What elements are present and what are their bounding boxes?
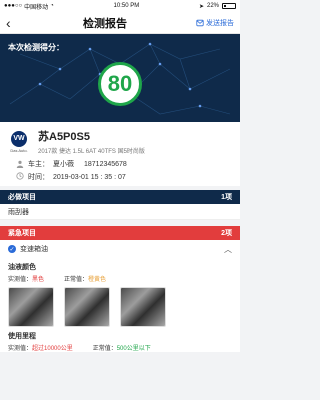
- score-circle: 80: [98, 62, 142, 106]
- oil-photos: [8, 287, 232, 327]
- mileage-actual-label: 实测值：: [8, 346, 33, 352]
- owner-name: 夏小薇: [53, 161, 74, 168]
- oil-color-values: 实测值：黑色 正常值：橙黄色: [8, 274, 232, 283]
- time-label: 时间：: [28, 174, 49, 181]
- mileage-normal: 正常值：500公里以下: [93, 343, 151, 352]
- send-report-icon: [196, 19, 204, 26]
- owner-phone: 18712345678: [84, 160, 127, 168]
- owner-label: 车主：: [28, 161, 49, 168]
- back-chevron-icon[interactable]: ‹: [6, 15, 36, 31]
- oil-actual-label: 实测值：: [8, 277, 33, 283]
- urgent-section-header[interactable]: 紧急项目 2项: [0, 226, 240, 240]
- must-item-label: 雨刮器: [8, 208, 29, 216]
- send-report-label: 发送报告: [206, 19, 234, 27]
- oil-color-title: 油液颜色: [8, 264, 36, 271]
- person-icon: [16, 160, 24, 168]
- oil-photo-2[interactable]: [64, 287, 110, 327]
- send-report-button[interactable]: 发送报告: [174, 18, 234, 28]
- urgent-title: 紧急项目: [8, 230, 36, 237]
- oil-normal-label: 正常值：: [64, 277, 89, 283]
- nav-header: ‹ 检测报告 发送报告: [0, 12, 240, 34]
- signal-icon: ●●●○○: [4, 3, 23, 9]
- must-item[interactable]: 雨刮器: [0, 204, 240, 220]
- vw-logo-icon: VW: [11, 130, 27, 147]
- score-value: 80: [107, 71, 133, 96]
- score-panel: 本次检测得分： 80: [0, 34, 240, 122]
- car-row: VW Das Auto. 苏A5P0S5 2017款 捷达 1.5L 6AT 4…: [8, 128, 232, 155]
- check-icon: ✓: [8, 245, 16, 253]
- car-plate: 苏A5P0S5: [38, 131, 90, 143]
- oil-photo-3[interactable]: [120, 287, 166, 327]
- transmission-oil-left: ✓ 变速箱油: [8, 244, 48, 254]
- battery-icon: [222, 3, 236, 9]
- oil-color-detail: 油液颜色 实测值：黑色 正常值：橙黄色 使用里程 实测值：超过10000公里 正…: [0, 258, 240, 352]
- mileage-actual: 实测值：超过10000公里: [8, 343, 73, 352]
- status-bar: ●●●○○ 中国移动 ◔ 10:50 PM ➤ 22%: [0, 0, 240, 12]
- oil-photo-1[interactable]: [8, 287, 54, 327]
- page-title: 检测报告: [83, 17, 127, 30]
- status-right: ➤ 22%: [199, 3, 236, 10]
- mileage-title: 使用里程: [8, 333, 36, 340]
- mileage-actual-value: 超过10000公里: [32, 346, 73, 352]
- must-section-header[interactable]: 必做项目 1项: [0, 190, 240, 204]
- oil-actual-value: 黑色: [32, 277, 45, 283]
- time-value: 2019-03-01 15 : 35 : 07: [53, 173, 126, 181]
- car-info-card: VW Das Auto. 苏A5P0S5 2017款 捷达 1.5L 6AT 4…: [0, 122, 240, 186]
- transmission-oil-label: 变速箱油: [20, 246, 48, 253]
- clock-icon: [16, 172, 24, 182]
- oil-normal-value: 橙黄色: [88, 277, 107, 283]
- location-icon: ➤: [198, 3, 204, 10]
- time-row: 时间： 2019-03-01 15 : 35 : 07: [16, 172, 232, 182]
- car-model: 2017款 捷达 1.5L 6AT 40TFS 国5时尚版: [38, 149, 145, 155]
- urgent-count: 2项: [221, 230, 232, 237]
- mileage-normal-label: 正常值：: [92, 346, 117, 352]
- mileage-normal-value: 500公里以下: [116, 346, 151, 352]
- oil-actual: 实测值：黑色: [8, 274, 44, 283]
- wifi-icon: ◔: [50, 3, 54, 9]
- chevron-up-icon[interactable]: ︿: [224, 244, 232, 255]
- brand-text: Das Auto.: [10, 147, 28, 153]
- car-logo: VW Das Auto.: [8, 130, 30, 153]
- owner-row: 车主： 夏小薇 18712345678: [16, 159, 232, 169]
- status-time: 10:50 PM: [113, 3, 140, 9]
- must-count: 1项: [221, 194, 232, 201]
- must-title: 必做项目: [8, 194, 36, 201]
- oil-normal: 正常值：橙黄色: [64, 274, 106, 283]
- battery-percent: 22%: [206, 3, 219, 9]
- transmission-oil-row[interactable]: ✓ 变速箱油 ︿: [0, 240, 240, 258]
- status-left: ●●●○○ 中国移动 ◔: [4, 2, 54, 11]
- carrier: 中国移动: [24, 4, 49, 11]
- car-text: 苏A5P0S5 2017款 捷达 1.5L 6AT 40TFS 国5时尚版: [38, 128, 145, 155]
- score-label: 本次检测得分：: [8, 43, 64, 52]
- mileage-values: 实测值：超过10000公里 正常值：500公里以下: [8, 343, 232, 352]
